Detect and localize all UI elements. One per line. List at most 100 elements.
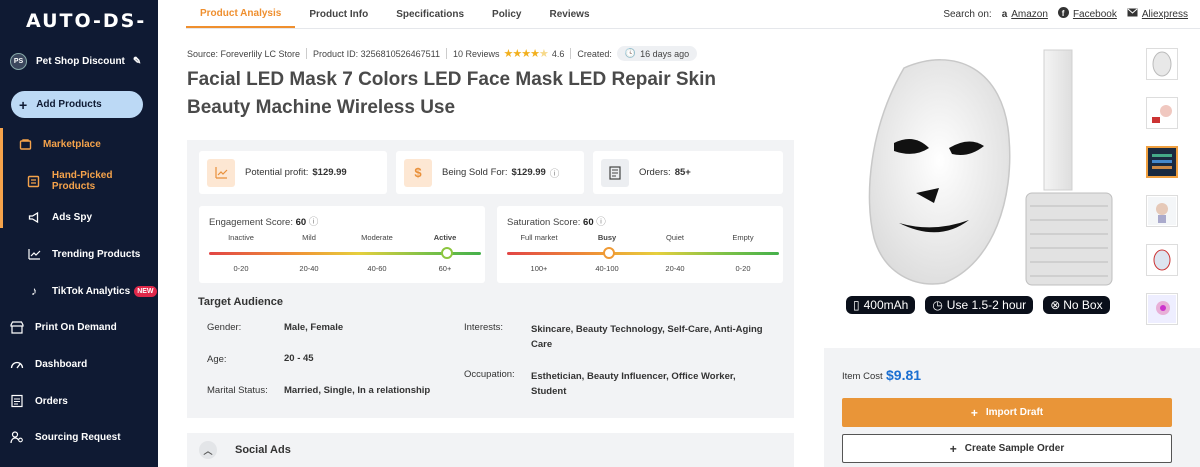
kpi-label: Being Sold For: <box>442 167 508 178</box>
tab-product-analysis[interactable]: Product Analysis <box>186 0 296 28</box>
level-label: Full market <box>520 233 558 242</box>
edit-icon[interactable]: ✎ <box>133 56 141 67</box>
saturation-levels: Full market Busy Quiet Empty <box>505 233 777 242</box>
cost-panel: Item Cost $9.81 + Import Draft + Create … <box>824 348 1200 467</box>
range-label: 20-40 <box>299 264 319 273</box>
reviews-count[interactable]: 10 Reviews <box>453 49 500 59</box>
feature-chip: ▯ 400mAh <box>846 296 916 314</box>
add-products-button[interactable]: + Add Products <box>11 91 143 118</box>
saturation-score: 60 <box>583 217 594 228</box>
kpi-label: Potential profit: <box>245 167 309 178</box>
gender-label: Gender: <box>207 322 242 333</box>
thumbnail[interactable] <box>1146 244 1178 276</box>
chip-text: 400mAh <box>863 298 909 312</box>
tab-reviews[interactable]: Reviews <box>536 0 604 28</box>
thumbnail[interactable] <box>1146 293 1178 325</box>
level-label: Moderate <box>361 233 393 242</box>
amazon-link[interactable]: Amazon <box>1011 9 1048 20</box>
sidebar-item-print-on-demand[interactable]: Print On Demand <box>0 314 158 340</box>
product-feature-chips: ▯ 400mAh ◷ Use 1.5-2 hour ⊗ No Box <box>846 296 1120 314</box>
create-sample-order-button[interactable]: + Create Sample Order <box>842 434 1172 463</box>
info-icon[interactable]: ⓘ <box>596 217 606 228</box>
import-draft-button[interactable]: + Import Draft <box>842 398 1172 427</box>
orders-doc-icon <box>601 158 629 187</box>
plus-icon: + <box>19 96 28 113</box>
sidebar-item-hand-picked[interactable]: Hand-Picked Products <box>0 168 158 194</box>
created-value: 16 days ago <box>640 48 690 59</box>
sidebar-item-sourcing[interactable]: Sourcing Request <box>0 424 158 450</box>
product-id: Product ID: 3256810526467511 <box>313 48 440 59</box>
sidebar-item-label: Marketplace <box>43 138 101 150</box>
range-label: 100+ <box>530 264 548 273</box>
saturation-score-card: Saturation Score: 60 ⓘ Full market Busy … <box>497 206 783 283</box>
sidebar-item-trending[interactable]: Trending Products <box>0 241 158 267</box>
autods-logo[interactable]: AUTO-DS- <box>26 10 146 32</box>
close-circle-icon: ⊗ <box>1050 298 1061 312</box>
gauge-icon <box>9 356 25 372</box>
marketplace-icon <box>17 136 33 152</box>
kpi-being-sold-for: $ Being Sold For: $129.99 ⓘ <box>396 151 584 194</box>
saturation-bar <box>507 252 779 255</box>
kpi-orders: Orders: 85+ <box>593 151 783 194</box>
sidebar-item-label: Ads Spy <box>52 211 93 223</box>
range-label: 0-20 <box>735 264 751 273</box>
sidebar-item-orders[interactable]: Orders <box>0 388 158 414</box>
store-name: Pet Shop Discount <box>36 55 125 67</box>
aliexpress-link[interactable]: Aliexpress <box>1142 9 1188 20</box>
store-icon <box>9 319 25 335</box>
age-value: 20 - 45 <box>284 353 314 364</box>
divider <box>570 48 572 59</box>
clock-icon: 🕓 <box>624 48 637 58</box>
tab-product-info[interactable]: Product Info <box>295 0 382 28</box>
product-title: Facial LED Mask 7 Colors LED Face Mask L… <box>187 69 717 118</box>
source-text: Source: Foreverlily LC Store <box>187 48 301 59</box>
saturation-ranges: 100+ 40-100 20-40 0-20 <box>505 264 777 273</box>
sidebar-item-marketplace[interactable]: Marketplace <box>0 131 158 157</box>
store-selector[interactable]: PS Pet Shop Discount ✎ <box>10 52 150 70</box>
saturation-header: Saturation Score: 60 ⓘ <box>507 214 606 228</box>
analysis-panel: Potential profit: $129.99 $ Being Sold F… <box>187 140 794 418</box>
gender-value: Male, Female <box>284 322 344 333</box>
level-label: Inactive <box>228 233 254 242</box>
thumbnail[interactable] <box>1146 97 1178 129</box>
chart-icon <box>207 158 235 187</box>
engagement-header: Engagement Score: 60 ⓘ <box>209 214 318 228</box>
tab-policy[interactable]: Policy <box>478 0 535 28</box>
item-cost-value: $9.81 <box>886 367 922 383</box>
thumbnail[interactable] <box>1146 146 1178 178</box>
info-icon[interactable]: ⓘ <box>550 166 560 180</box>
kpi-label: Orders: <box>639 167 671 178</box>
sidebar-item-label: Orders <box>35 395 68 407</box>
add-products-label: Add Products <box>36 99 102 110</box>
occupation-value: Esthetician, Beauty Influencer, Office W… <box>531 371 736 397</box>
interests-label: Interests: <box>464 322 504 333</box>
thumbnail[interactable] <box>1146 48 1178 80</box>
engagement-label: Engagement Score: <box>209 217 293 228</box>
chip-text: No Box <box>1063 298 1103 312</box>
item-cost-label: Item Cost <box>842 371 883 382</box>
thumbnail[interactable] <box>1146 195 1178 227</box>
product-image[interactable] <box>844 48 1124 298</box>
social-ads-section[interactable]: ︿ Social Ads <box>187 433 794 467</box>
engagement-ranges: 0-20 20-40 40-60 60+ <box>207 264 479 273</box>
sidebar-item-dashboard[interactable]: Dashboard <box>0 351 158 377</box>
dollar-icon: $ <box>404 158 432 187</box>
chevron-up-icon[interactable]: ︿ <box>199 441 217 459</box>
sidebar-item-label: Hand-Picked Products <box>51 170 113 192</box>
facebook-link[interactable]: Facebook <box>1073 9 1117 20</box>
info-icon[interactable]: ⓘ <box>309 217 319 228</box>
feature-chip: ⊗ No Box <box>1043 296 1110 314</box>
tiktok-icon: ♪ <box>31 284 37 298</box>
tab-specifications[interactable]: Specifications <box>382 0 478 28</box>
sidebar-item-ads-spy[interactable]: Ads Spy <box>0 204 158 230</box>
thumbnail-strip <box>1146 48 1180 342</box>
hand-picked-icon <box>26 173 42 189</box>
store-avatar: PS <box>10 52 27 70</box>
sidebar-item-tiktok[interactable]: ♪ TikTok Analytics NEW <box>0 278 158 304</box>
import-draft-label: Import Draft <box>985 407 1044 418</box>
kpi-value: $129.99 <box>511 167 546 178</box>
range-label: 60+ <box>438 264 452 273</box>
saturation-knob <box>603 247 615 259</box>
social-ads-label: Social Ads <box>235 444 291 456</box>
sidebar-item-label: Print On Demand <box>35 321 117 333</box>
